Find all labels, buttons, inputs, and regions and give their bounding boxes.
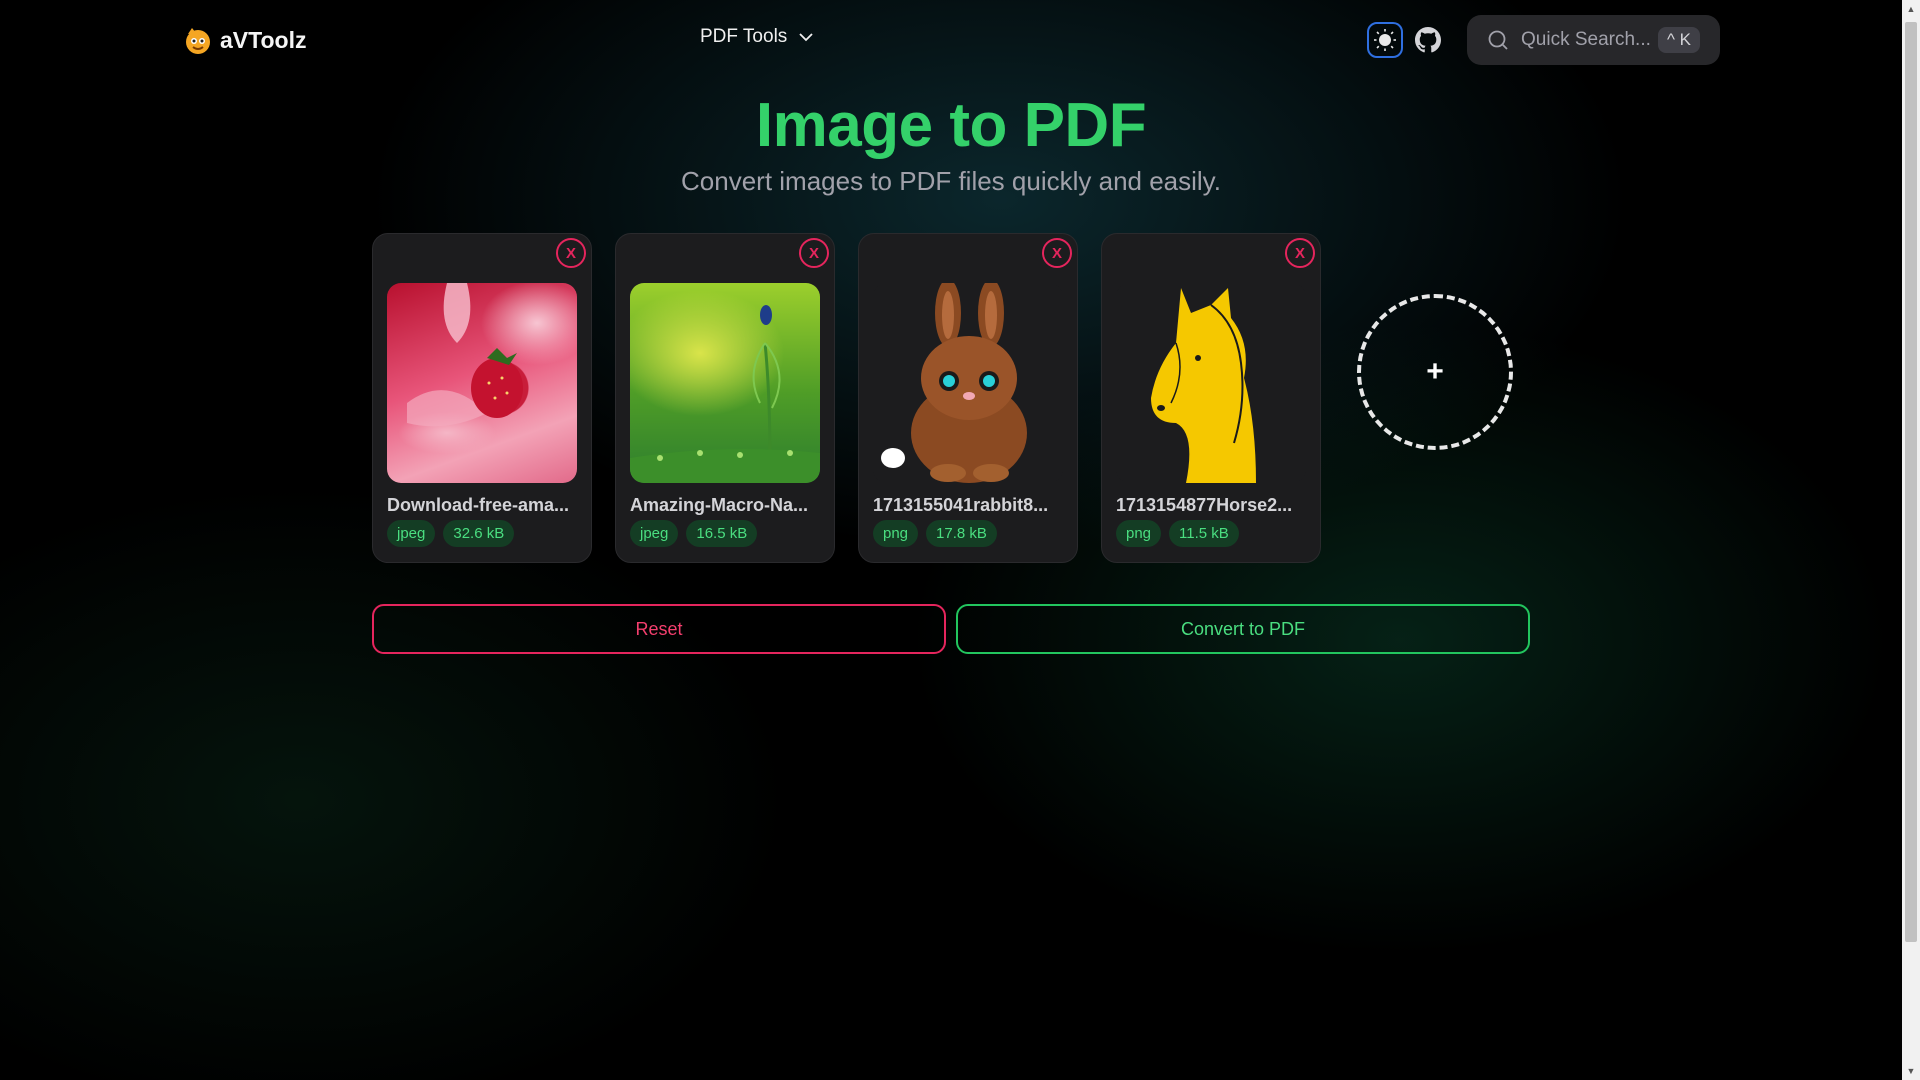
- convert-to-pdf-button[interactable]: Convert to PDF: [956, 604, 1530, 654]
- file-name: Download-free-ama...: [387, 495, 570, 515]
- pdf-tools-dropdown[interactable]: PDF Tools: [700, 26, 815, 48]
- remove-file-button[interactable]: X: [1285, 238, 1315, 268]
- file-size-chip: 16.5 kB: [686, 520, 758, 547]
- quick-search-button[interactable]: Quick Search... ^ K: [1467, 15, 1720, 65]
- logo-icon: [186, 28, 210, 54]
- file-type-chip: jpeg: [630, 520, 679, 547]
- file-type-chip: png: [1116, 520, 1162, 547]
- file-size-chip: 11.5 kB: [1169, 520, 1239, 547]
- remove-file-button[interactable]: X: [556, 238, 586, 268]
- search-icon: [1488, 30, 1508, 50]
- scroll-up-icon[interactable]: ▲: [1902, 0, 1920, 18]
- file-type-chip: jpeg: [387, 520, 436, 547]
- page-scrollbar[interactable]: ▲ ▼: [1902, 0, 1920, 1080]
- add-image-button[interactable]: +: [1357, 294, 1513, 450]
- file-card: X 1713155041rabbit8... png 17.8 kB: [858, 233, 1078, 563]
- search-shortcut-badge: ^ K: [1657, 27, 1700, 53]
- page-subtitle: Convert images to PDF files quickly and …: [681, 166, 1221, 196]
- pdf-tools-label: PDF Tools: [700, 26, 788, 47]
- theme-toggle-button[interactable]: [1367, 22, 1403, 58]
- file-name: Amazing-Macro-Na...: [630, 495, 809, 515]
- sun-icon: [1374, 29, 1396, 51]
- brand-name: aVToolz: [220, 26, 307, 53]
- file-thumbnail: [630, 283, 820, 483]
- remove-file-button[interactable]: X: [1042, 238, 1072, 268]
- github-link[interactable]: [1412, 24, 1444, 56]
- file-thumbnail: [873, 283, 1063, 483]
- file-card: X Download-free-ama... jpeg 32.6 kB: [372, 233, 592, 563]
- file-card: X Amazing-Macro-Na... jpeg 16.5 kB: [615, 233, 835, 563]
- top-navbar: aVToolz PDF Tools Quick Search... ^ K: [0, 0, 1902, 80]
- chevron-down-icon: [799, 33, 813, 42]
- file-size-chip: 17.8 kB: [926, 520, 997, 547]
- brand-link[interactable]: aVToolz: [182, 24, 306, 56]
- github-icon: [1415, 27, 1441, 53]
- scroll-down-icon[interactable]: ▼: [1902, 1062, 1920, 1080]
- reset-button[interactable]: Reset: [372, 604, 946, 654]
- file-card: X 1713154877Horse2... png 11.5 kB: [1101, 233, 1321, 563]
- file-thumbnail: [1116, 283, 1306, 483]
- remove-file-button[interactable]: X: [799, 238, 829, 268]
- search-placeholder: Quick Search...: [1521, 29, 1651, 50]
- file-thumbnail: [387, 283, 577, 483]
- page-title: Image to PDF: [755, 91, 1147, 160]
- file-name: 1713154877Horse2...: [1116, 495, 1293, 515]
- scrollbar-thumb[interactable]: [1905, 22, 1917, 942]
- file-type-chip: png: [873, 520, 919, 547]
- file-size-chip: 32.6 kB: [443, 520, 515, 547]
- file-name: 1713155041rabbit8...: [873, 495, 1049, 515]
